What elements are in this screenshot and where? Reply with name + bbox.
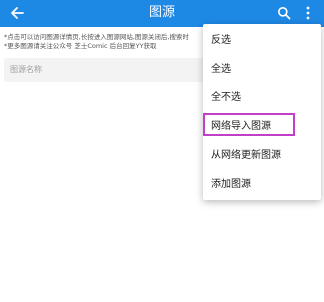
search-placeholder: 图源名称: [10, 65, 42, 74]
menu-item-label: 反选: [211, 35, 231, 46]
menu-item-label: 全选: [211, 64, 231, 75]
menu-item-import-from-network[interactable]: 网络导入图源: [203, 114, 321, 140]
note-line-1: *点击可以访问图源详情页,长按进入图源网站,图源关闭后,搜索时: [4, 33, 189, 41]
menu-item-invert-selection[interactable]: 反选: [203, 28, 321, 54]
note-line-2: *更多图源请关注公众号 芝士Comic 后台回复YY获取: [4, 42, 157, 50]
source-name-search-field[interactable]: 图源名称: [4, 58, 234, 82]
back-button[interactable]: [7, 3, 27, 23]
overflow-menu: 反选 全选 全不选 网络导入图源 从网络更新图源 添加图源: [203, 24, 321, 200]
arrow-left-icon: [11, 7, 24, 19]
more-vertical-icon: [306, 6, 310, 20]
menu-item-add-source[interactable]: 添加图源: [203, 172, 321, 198]
menu-item-label: 添加图源: [211, 179, 251, 190]
search-icon: [278, 7, 291, 20]
app-bar: 图源: [0, 0, 324, 27]
menu-item-label: 网络导入图源: [211, 121, 271, 132]
search-button[interactable]: [274, 3, 294, 23]
menu-item-update-from-network[interactable]: 从网络更新图源: [203, 143, 321, 169]
menu-item-select-none[interactable]: 全不选: [203, 85, 321, 111]
menu-item-label: 从网络更新图源: [211, 150, 281, 161]
source-notes: *点击可以访问图源详情页,长按进入图源网站,图源关闭后,搜索时 *更多图源请关注…: [4, 33, 204, 51]
more-options-button[interactable]: [300, 3, 316, 23]
menu-item-select-all[interactable]: 全选: [203, 57, 321, 83]
menu-item-label: 全不选: [211, 92, 241, 103]
